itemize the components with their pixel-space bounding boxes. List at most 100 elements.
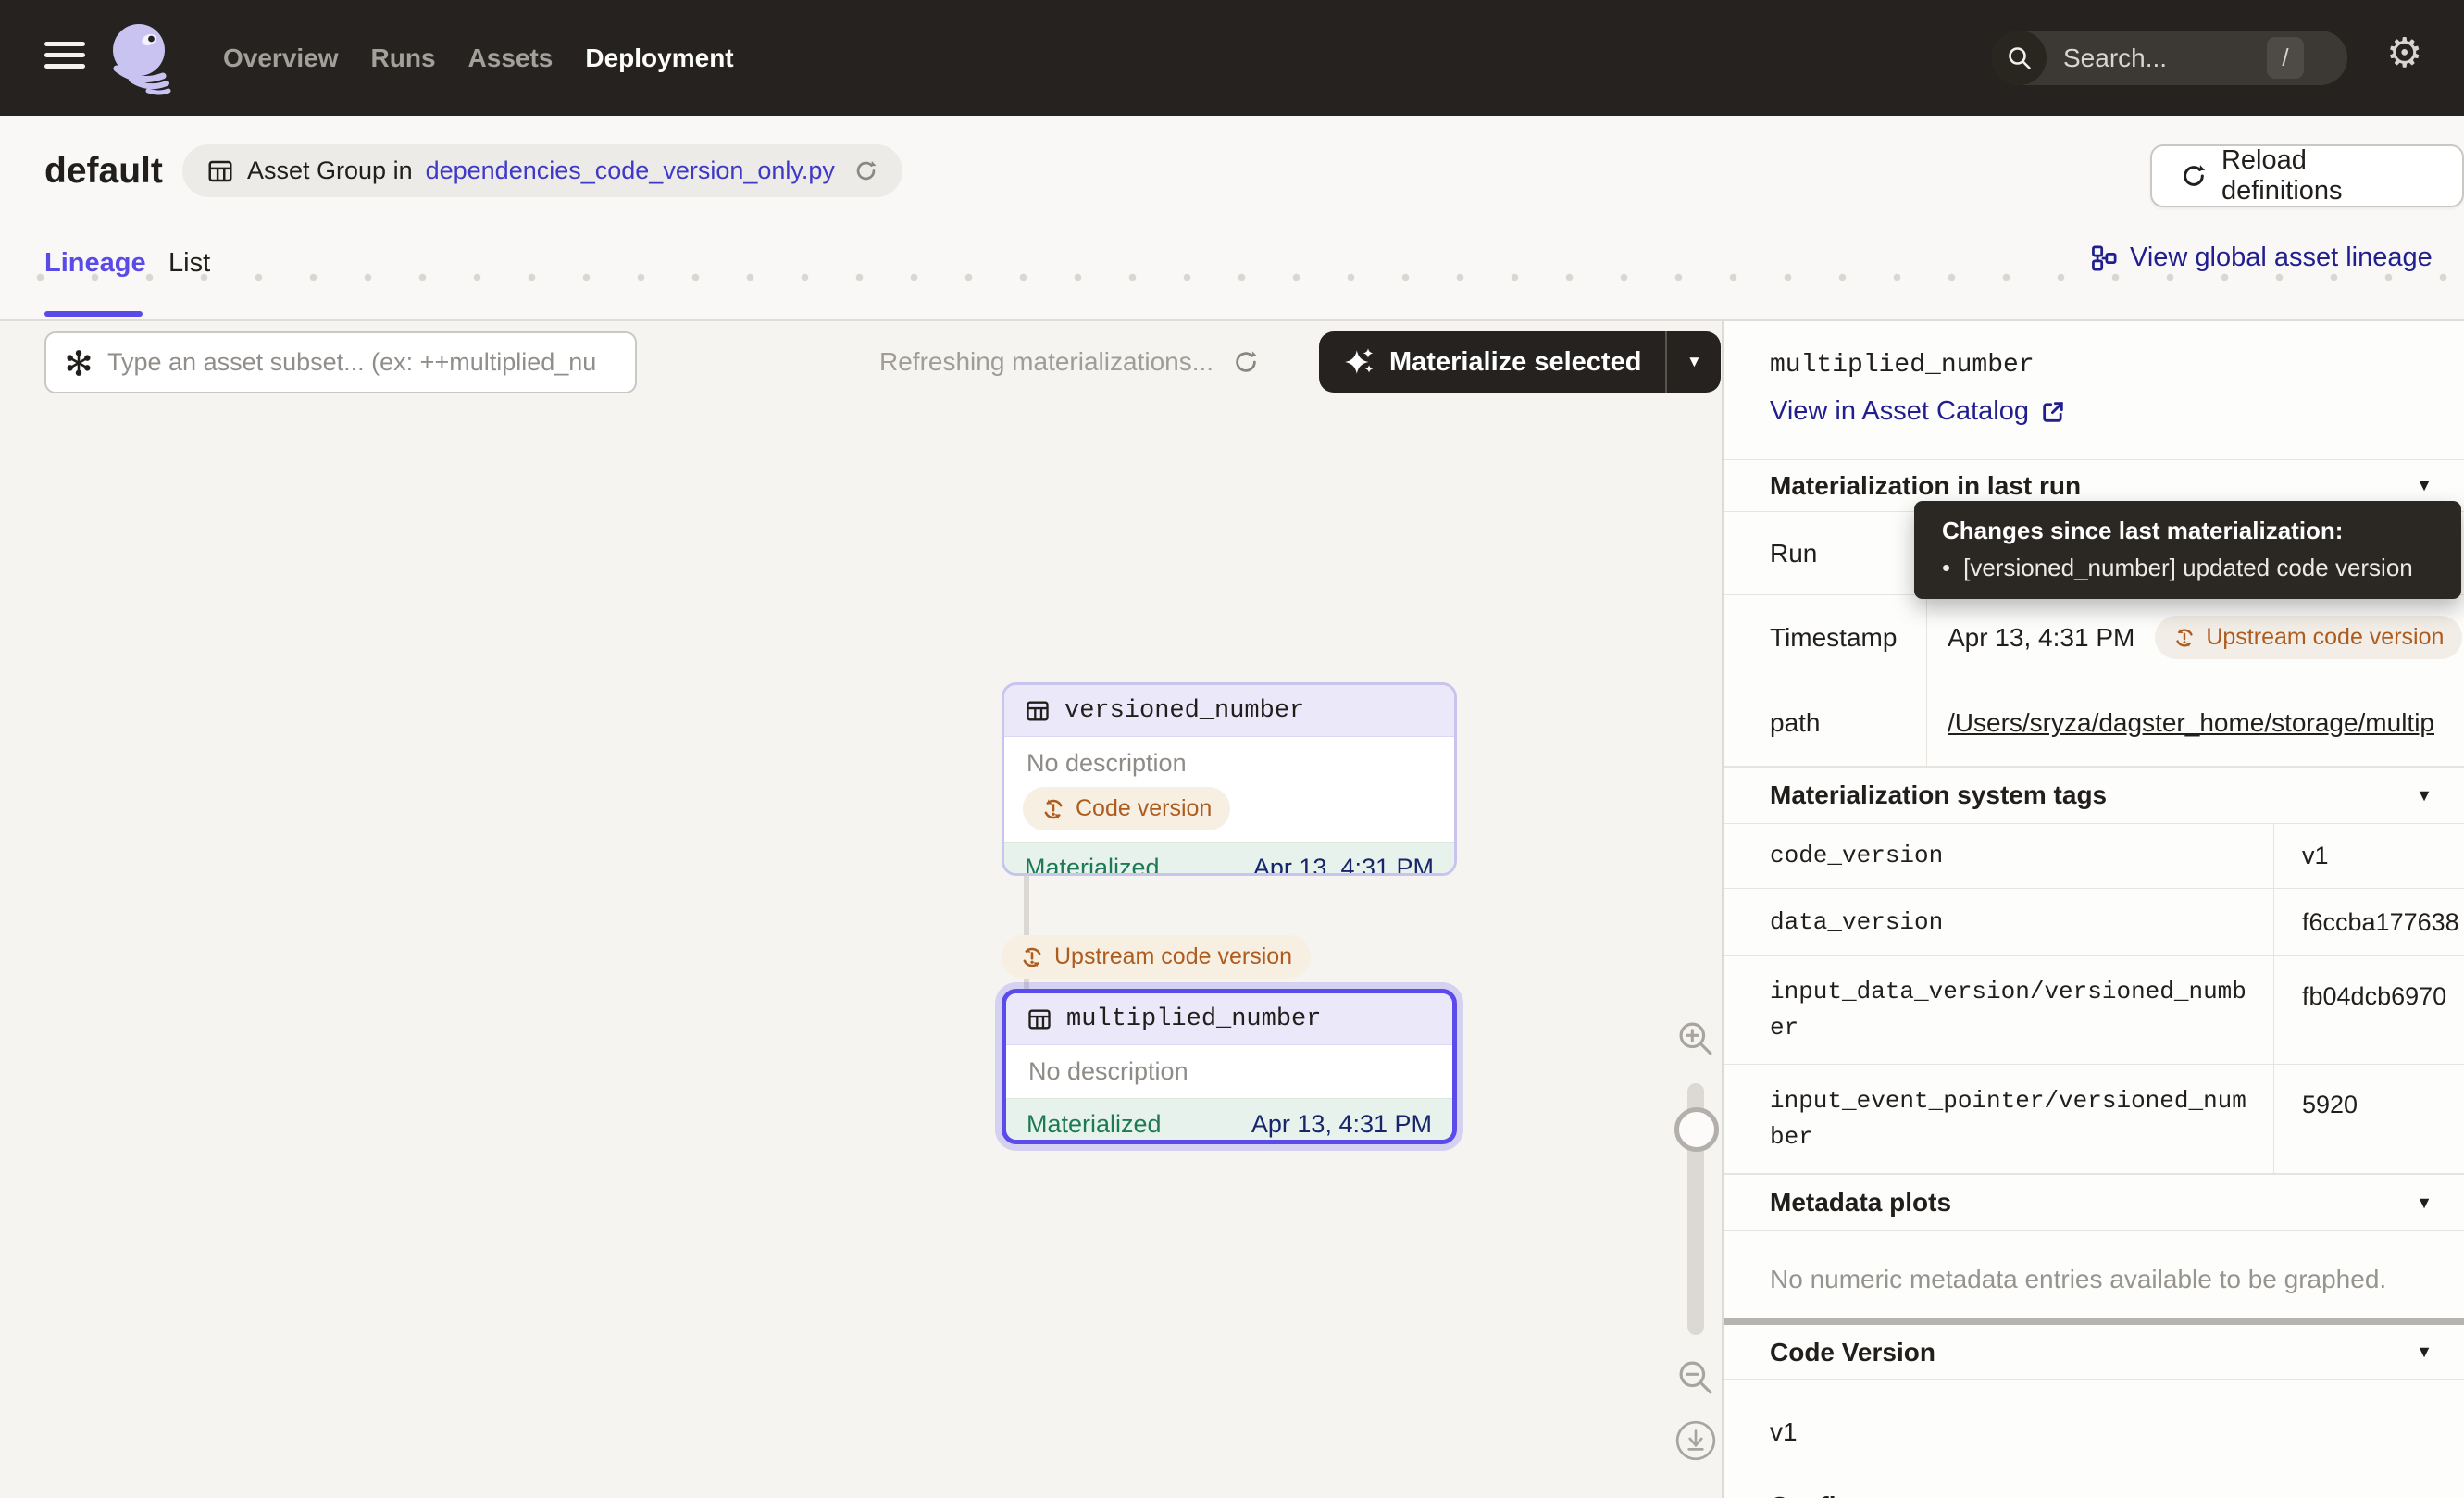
asset-group-file-link[interactable]: dependencies_code_version_only.py: [426, 156, 835, 185]
materialize-selected-label: Materialize selected: [1389, 347, 1641, 378]
tooltip-bullet-text: [versioned_number] updated code version: [1963, 554, 2413, 582]
tag-value: fb04dcb6970: [2274, 956, 2464, 1064]
search-input[interactable]: [2061, 43, 2259, 74]
op-selector-icon: [65, 349, 93, 377]
code-version-icon: [1020, 945, 1044, 969]
tab-list[interactable]: List: [168, 248, 210, 279]
zoom-slider-track[interactable]: [1687, 1083, 1704, 1335]
refresh-status: Refreshing materializations...: [879, 333, 1260, 391]
top-nav: Overview Runs Assets Deployment / ⚙: [0, 0, 2464, 116]
materialized-timestamp: Apr 13, 4:31 PM: [1251, 1110, 1432, 1139]
collapse-caret-icon[interactable]: ▼: [2416, 786, 2433, 805]
asset-node-description: No description: [1006, 1045, 1452, 1098]
materialize-split-button: Materialize selected ▼: [1319, 331, 1721, 393]
nav-item-assets[interactable]: Assets: [468, 44, 554, 73]
asset-node-multiplied-number[interactable]: multiplied_number No description Materia…: [1002, 989, 1457, 1144]
asset-node-header: multiplied_number: [1006, 993, 1452, 1045]
tag-value: 5920: [2274, 1065, 2464, 1173]
section-label: Materialization system tags: [1770, 780, 2107, 810]
table-icon: [1027, 1006, 1052, 1032]
global-search[interactable]: /: [1992, 31, 2347, 85]
catalog-link-label: View in Asset Catalog: [1770, 396, 2029, 427]
tag-key: input_event_pointer/versioned_number: [1724, 1065, 2274, 1173]
upstream-code-version-label: Upstream code version: [1054, 943, 1292, 970]
sparkle-icon: [1343, 345, 1376, 379]
tag-value: v1: [2274, 824, 2464, 888]
asset-node-description: No description: [1004, 737, 1454, 781]
table-icon: [206, 157, 234, 185]
dagster-logo-icon[interactable]: [106, 20, 180, 98]
section-label: Metadata plots: [1770, 1188, 1951, 1217]
materialize-dropdown-button[interactable]: ▼: [1667, 331, 1721, 393]
tag-key: data_version: [1724, 889, 2274, 955]
view-in-asset-catalog-link[interactable]: View in Asset Catalog: [1770, 396, 2464, 427]
zoom-slider-handle[interactable]: [1674, 1107, 1719, 1152]
tooltip-title: Changes since last materialization:: [1942, 517, 2433, 545]
section-label: Config: [1770, 1492, 1852, 1498]
asset-subset-input[interactable]: [106, 347, 628, 378]
nav-menu: Overview Runs Assets Deployment: [223, 0, 734, 116]
run-label: Run: [1724, 512, 1927, 594]
materialized-status: Materialized: [1027, 1110, 1162, 1139]
asset-node-name: versioned_number: [1064, 697, 1304, 725]
tag-key: input_data_version/versioned_number: [1724, 956, 2274, 1064]
materialized-status: Materialized: [1025, 854, 1160, 877]
section-label: Materialization in last run: [1770, 471, 2081, 501]
section-metadata-plots[interactable]: Metadata plots ▼: [1724, 1174, 2464, 1231]
tooltip-bullet-marker: •: [1942, 554, 1950, 582]
path-link[interactable]: /Users/sryza/dagster_home/storage/multip: [1948, 708, 2434, 738]
code-version-icon: [2173, 627, 2196, 649]
asset-subset-filter[interactable]: [44, 331, 637, 393]
asset-graph-canvas[interactable]: [0, 321, 1722, 1498]
settings-gear-icon[interactable]: ⚙: [2386, 33, 2422, 74]
collapse-caret-icon[interactable]: ▼: [2416, 476, 2433, 495]
timestamp-value: Apr 13, 4:31 PM: [1948, 623, 2134, 653]
timestamp-row: Timestamp Apr 13, 4:31 PM Upstream c: [1724, 595, 2464, 680]
asset-node-header: versioned_number: [1004, 685, 1454, 737]
section-code-version[interactable]: Code Version ▼: [1724, 1325, 2464, 1380]
tab-lineage[interactable]: Lineage: [44, 248, 146, 279]
tag-value: f6ccba177638: [2274, 889, 2464, 955]
reload-definitions-label: Reload definitions: [2221, 145, 2434, 206]
asset-node-footer: Materialized Apr 13, 4:31 PM: [1004, 842, 1454, 876]
section-label: Code Version: [1770, 1338, 1935, 1367]
section-materialization-system-tags[interactable]: Materialization system tags ▼: [1724, 767, 2464, 824]
asset-details-sidebar: multiplied_number View in Asset Catalog …: [1722, 321, 2464, 1498]
nav-item-deployment[interactable]: Deployment: [585, 44, 733, 73]
asset-node-name: multiplied_number: [1066, 1005, 1321, 1033]
zoom-out-icon[interactable]: [1675, 1357, 1716, 1398]
sidebar-asset-name: multiplied_number: [1770, 351, 2464, 380]
panel-resize-divider[interactable]: [1724, 1318, 2464, 1325]
upstream-code-version-badge: Upstream code version: [2155, 616, 2462, 659]
hamburger-menu-icon[interactable]: [44, 42, 85, 75]
code-version-icon: [1041, 797, 1065, 821]
reload-definitions-button[interactable]: Reload definitions: [2150, 144, 2464, 207]
external-link-icon: [2040, 399, 2066, 425]
view-global-asset-lineage-link[interactable]: View global asset lineage: [2090, 243, 2433, 273]
metadata-plots-empty-message: No numeric metadata entries available to…: [1724, 1231, 2464, 1318]
reload-code-location-icon[interactable]: [853, 158, 878, 183]
path-row: path /Users/sryza/dagster_home/storage/m…: [1724, 680, 2464, 767]
asset-node-footer: Materialized Apr 13, 4:31 PM: [1006, 1098, 1452, 1144]
refresh-icon[interactable]: [1232, 348, 1260, 376]
section-config[interactable]: Config ▼: [1724, 1479, 2464, 1498]
zoom-in-icon[interactable]: [1675, 1018, 1716, 1059]
page-title: default: [44, 151, 163, 192]
code-version-value: v1: [1724, 1380, 2464, 1479]
dagster-app: Overview Runs Assets Deployment / ⚙ defa…: [0, 0, 2464, 1498]
view-global-label: View global asset lineage: [2130, 243, 2433, 273]
system-tag-row: input_data_version/versioned_number fb04…: [1724, 956, 2464, 1065]
materialize-selected-button[interactable]: Materialize selected: [1319, 331, 1665, 393]
code-version-badge: Code version: [1023, 787, 1230, 830]
tag-key: code_version: [1724, 824, 2274, 888]
asset-group-label: Asset Group in: [247, 156, 413, 185]
asset-node-versioned-number[interactable]: versioned_number No description Code ver…: [1002, 682, 1457, 876]
nav-item-runs[interactable]: Runs: [371, 44, 436, 73]
nav-item-overview[interactable]: Overview: [223, 44, 339, 73]
materialized-timestamp: Apr 13, 4:31 PM: [1253, 854, 1434, 877]
collapse-caret-icon[interactable]: ▼: [2416, 1342, 2433, 1362]
collapse-caret-icon[interactable]: ▼: [2416, 1193, 2433, 1213]
refresh-status-text: Refreshing materializations...: [879, 347, 1213, 377]
recenter-download-icon[interactable]: [1674, 1418, 1718, 1463]
search-shortcut-badge: /: [2267, 37, 2304, 79]
